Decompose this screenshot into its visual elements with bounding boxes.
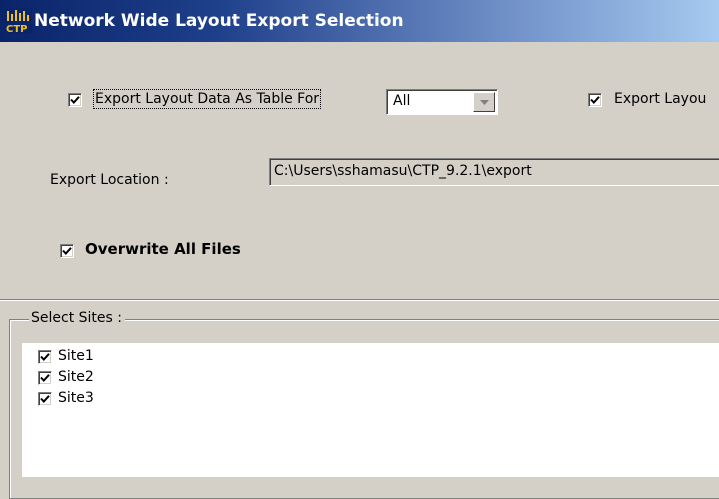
table-scope-value: All <box>393 93 411 109</box>
export-table-label[interactable]: Export Layout Data As Table For <box>92 89 322 109</box>
export-location-field[interactable]: C:\Users\sshamasu\CTP_9.2.1\export <box>269 158 719 186</box>
site2-label[interactable]: Site2 <box>58 369 94 385</box>
site1-checkbox[interactable] <box>38 350 52 364</box>
site2-checkbox[interactable] <box>38 371 52 385</box>
site1-label[interactable]: Site1 <box>58 348 94 364</box>
checkmark-icon <box>590 96 600 104</box>
checkmark-icon <box>40 353 50 361</box>
export-table-checkbox[interactable] <box>68 93 82 107</box>
site3-label[interactable]: Site3 <box>58 390 94 406</box>
checkmark-icon <box>40 395 50 403</box>
sites-list[interactable]: Site1 Site2 Site3 <box>22 343 719 477</box>
overwrite-label[interactable]: Overwrite All Files <box>85 240 241 258</box>
checkmark-icon <box>40 374 50 382</box>
export-selection-window: CTP Network Wide Layout Export Selection… <box>0 0 719 499</box>
chevron-down-icon <box>480 100 489 105</box>
window-title: Network Wide Layout Export Selection <box>34 11 404 31</box>
export-location-value: C:\Users\sshamasu\CTP_9.2.1\export <box>274 163 532 179</box>
divider-highlight <box>0 300 719 301</box>
checkmark-icon <box>70 96 80 104</box>
checkmark-icon <box>62 247 72 255</box>
export-location-label: Export Location : <box>50 172 169 188</box>
export-layout-label[interactable]: Export Layou <box>614 91 706 107</box>
overwrite-checkbox[interactable] <box>60 244 74 258</box>
title-bar: CTP Network Wide Layout Export Selection <box>0 0 719 42</box>
export-layout-checkbox[interactable] <box>588 93 602 107</box>
ctp-app-icon: CTP <box>4 8 32 34</box>
ctp-icon-text: CTP <box>6 24 28 34</box>
site3-checkbox[interactable] <box>38 392 52 406</box>
group-title: Select Sites : <box>29 310 125 326</box>
table-scope-select[interactable]: All <box>386 89 498 115</box>
dropdown-button[interactable] <box>473 92 495 112</box>
